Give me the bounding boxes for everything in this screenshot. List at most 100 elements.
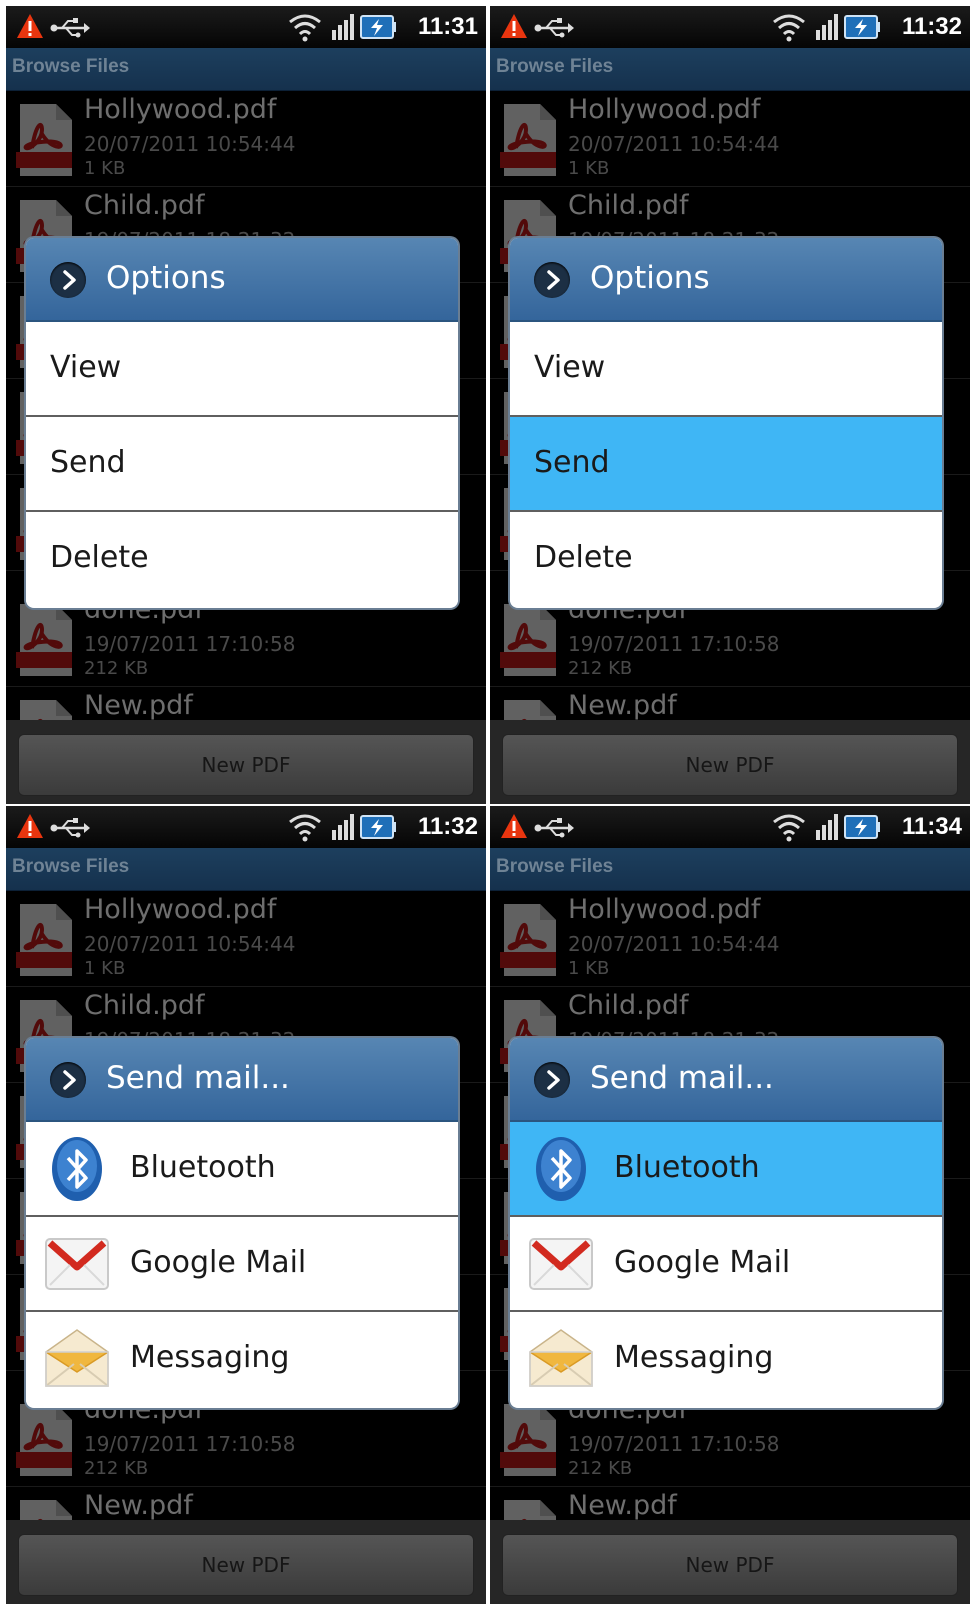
options-dialog: Options View Send Delete: [510, 238, 942, 608]
bottom-bar: New PDF: [6, 1520, 486, 1604]
signal-icon: [816, 814, 838, 840]
option-label: View: [534, 350, 606, 385]
pdf-icon: [16, 904, 72, 976]
file-date: 20/07/2011 10:54:44: [84, 932, 296, 956]
file-name: Child.pdf: [84, 990, 205, 1021]
bottom-bar: New PDF: [6, 720, 486, 804]
pdf-icon: [16, 1404, 72, 1476]
app-title: Browse Files: [12, 56, 130, 77]
option-delete[interactable]: Delete: [26, 512, 458, 607]
gmail-icon: [528, 1231, 594, 1297]
file-size: 212 KB: [568, 1458, 633, 1479]
warning-icon: [501, 14, 527, 38]
status-time: 11:32: [901, 13, 962, 40]
screen-options-1: 11:31 Browse Files Hollywood.pdf 20/07/2…: [6, 6, 486, 804]
dialog-title: Send mail...: [590, 1060, 774, 1096]
file-name: Hollywood.pdf: [84, 94, 277, 125]
send-mail-dialog: Send mail... Bluetooth Google Mail Messa…: [510, 1038, 942, 1408]
signal-icon: [332, 814, 354, 840]
send-option-bluetooth-selected[interactable]: Bluetooth: [510, 1122, 942, 1217]
warning-icon: [17, 814, 43, 838]
dialog-title: Options: [106, 260, 226, 296]
bottom-bar: New PDF: [490, 720, 970, 804]
status-time: 11:31: [417, 13, 478, 40]
usb-icon: [50, 18, 90, 38]
option-send-selected[interactable]: Send: [510, 417, 942, 512]
file-name: Hollywood.pdf: [568, 94, 761, 125]
file-date: 20/07/2011 10:54:44: [568, 932, 780, 956]
file-name: New.pdf: [84, 690, 193, 721]
pdf-icon: [500, 604, 556, 676]
file-name: Child.pdf: [84, 190, 205, 221]
pdf-icon: [500, 104, 556, 176]
file-date: 19/07/2011 17:10:58: [568, 632, 780, 656]
bottom-bar: New PDF: [490, 1520, 970, 1604]
file-name: Child.pdf: [568, 990, 689, 1021]
status-time: 11:32: [417, 813, 478, 840]
dialog-title: Options: [590, 260, 710, 296]
wifi-icon: [288, 14, 322, 42]
battery-icon: [360, 15, 396, 39]
usb-icon: [50, 818, 90, 838]
app-titlebar: Browse Files: [6, 848, 486, 891]
option-send[interactable]: Send: [26, 417, 458, 512]
new-pdf-button[interactable]: New PDF: [502, 1534, 958, 1596]
pdf-icon: [500, 1404, 556, 1476]
warning-icon: [501, 814, 527, 838]
status-bar: 11:32: [6, 806, 486, 848]
file-name: Child.pdf: [568, 190, 689, 221]
option-label: Delete: [534, 540, 633, 575]
messaging-icon: [529, 1329, 593, 1387]
screen-send-2: 11:34 Browse Files Hollywood.pdf 20/07/2…: [490, 806, 970, 1604]
new-pdf-button[interactable]: New PDF: [502, 734, 958, 796]
file-date: 19/07/2011 17:10:58: [568, 1432, 780, 1456]
send-option-messaging[interactable]: Messaging: [510, 1312, 942, 1407]
new-pdf-button[interactable]: New PDF: [18, 734, 474, 796]
usb-icon: [534, 818, 574, 838]
file-date: 19/07/2011 17:10:58: [84, 632, 296, 656]
dialog-header: Send mail...: [510, 1038, 942, 1122]
file-size: 212 KB: [84, 1458, 149, 1479]
send-option-google-mail[interactable]: Google Mail: [26, 1217, 458, 1312]
file-size: 212 KB: [84, 658, 149, 679]
file-name: Hollywood.pdf: [84, 894, 277, 925]
status-bar: 11:34: [490, 806, 970, 848]
send-option-messaging[interactable]: Messaging: [26, 1312, 458, 1407]
option-label: Send: [534, 445, 610, 480]
signal-icon: [816, 14, 838, 40]
file-row[interactable]: Hollywood.pdf 20/07/2011 10:54:44 1 KB: [6, 890, 486, 987]
dialog-title: Send mail...: [106, 1060, 290, 1096]
new-pdf-button[interactable]: New PDF: [18, 1534, 474, 1596]
option-delete[interactable]: Delete: [510, 512, 942, 607]
file-row[interactable]: Hollywood.pdf 20/07/2011 10:54:44 1 KB: [490, 890, 970, 987]
file-size: 1 KB: [84, 958, 126, 979]
send-option-label: Bluetooth: [130, 1150, 276, 1185]
file-size: 1 KB: [568, 158, 610, 179]
chevron-right-icon: [50, 1062, 86, 1098]
send-option-label: Bluetooth: [614, 1150, 760, 1185]
app-titlebar: Browse Files: [490, 848, 970, 891]
file-row[interactable]: Hollywood.pdf 20/07/2011 10:54:44 1 KB: [6, 90, 486, 187]
dialog-header: Send mail...: [26, 1038, 458, 1122]
send-option-bluetooth[interactable]: Bluetooth: [26, 1122, 458, 1217]
battery-icon: [844, 815, 880, 839]
option-view[interactable]: View: [510, 322, 942, 417]
app-titlebar: Browse Files: [490, 48, 970, 91]
pdf-icon: [16, 104, 72, 176]
bluetooth-icon: [50, 1136, 104, 1202]
battery-icon: [844, 15, 880, 39]
messaging-icon: [45, 1329, 109, 1387]
chevron-right-icon: [534, 1062, 570, 1098]
battery-icon: [360, 815, 396, 839]
status-bar: 11:32: [490, 6, 970, 48]
chevron-right-icon: [50, 262, 86, 298]
option-view[interactable]: View: [26, 322, 458, 417]
file-size: 1 KB: [568, 958, 610, 979]
usb-icon: [534, 18, 574, 38]
file-row[interactable]: Hollywood.pdf 20/07/2011 10:54:44 1 KB: [490, 90, 970, 187]
send-option-google-mail[interactable]: Google Mail: [510, 1217, 942, 1312]
pdf-icon: [500, 904, 556, 976]
send-mail-dialog: Send mail... Bluetooth Google Mail Messa…: [26, 1038, 458, 1408]
send-option-label: Messaging: [614, 1340, 774, 1375]
wifi-icon: [772, 14, 806, 42]
